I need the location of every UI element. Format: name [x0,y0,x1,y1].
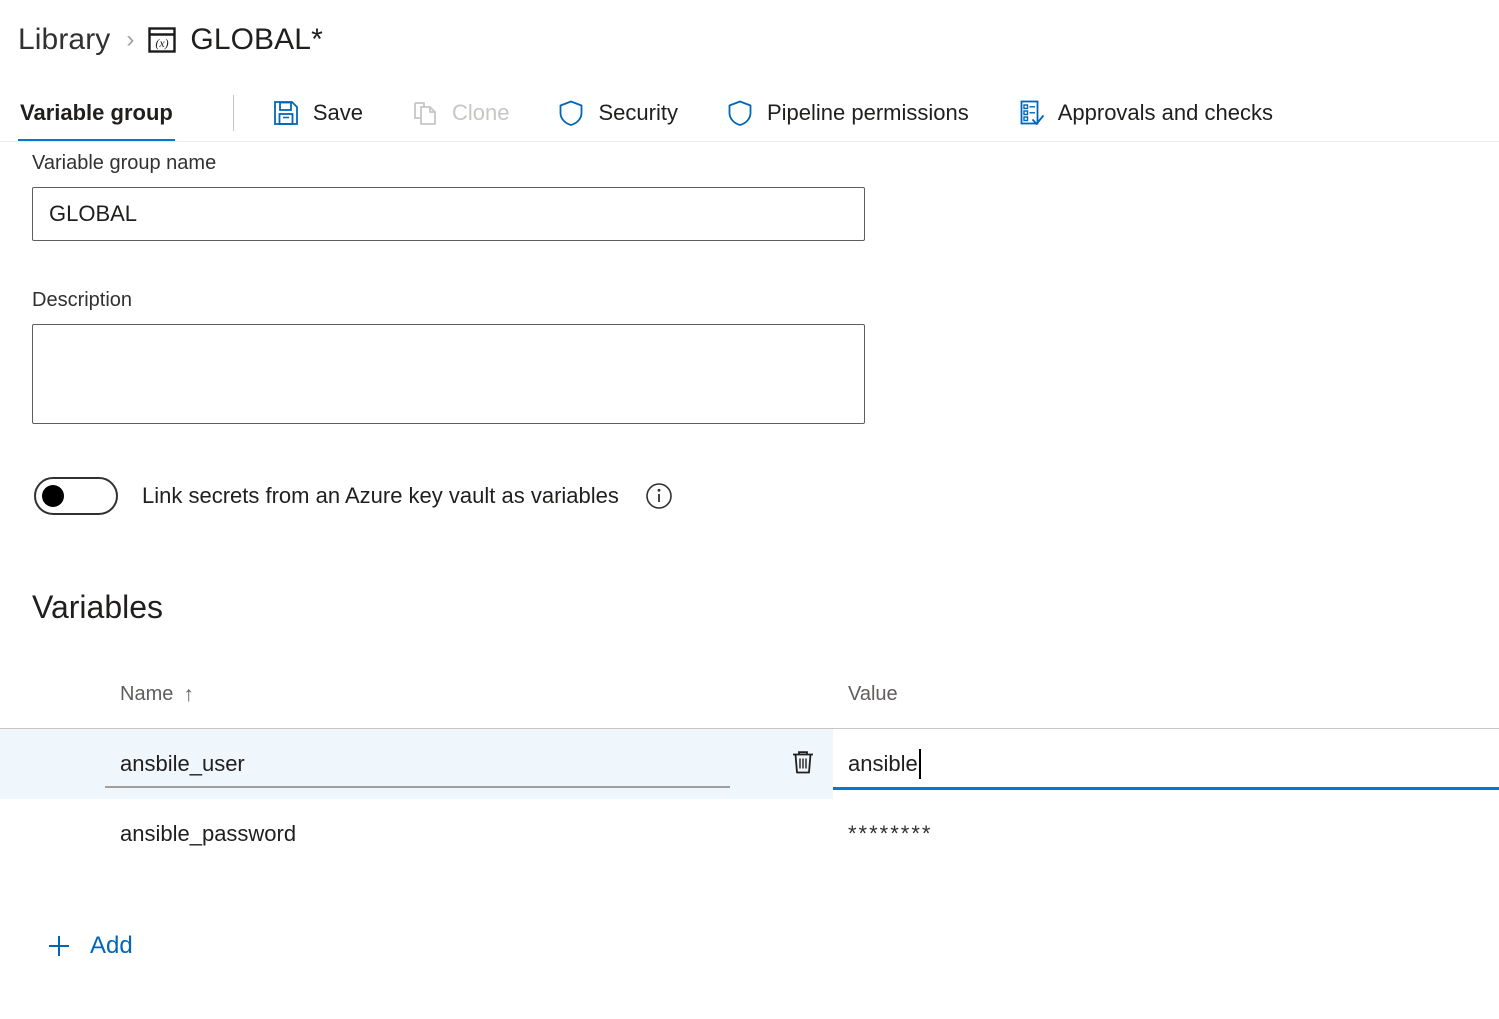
variable-name-input[interactable] [120,751,779,777]
security-button-label: Security [598,100,677,126]
delete-variable-button[interactable] [779,748,827,781]
variable-group-name-label: Variable group name [32,152,1499,175]
variable-value-cell[interactable]: ******** [833,799,1499,869]
form-spacer [32,241,1499,289]
keyvault-toggle[interactable] [34,477,118,515]
toggle-knob [42,485,64,507]
toolbar: Variable group Save Clone [0,84,1499,142]
table-row-name-area [0,729,833,799]
keyvault-toggle-row: Link secrets from an Azure key vault as … [0,477,1499,515]
variable-group-form: Variable group name Description [0,142,1499,429]
add-variable-button[interactable]: Add [0,931,150,961]
shield-icon [557,99,585,127]
shield-icon [726,99,754,127]
variables-table: Name ↑ Value [0,674,1499,961]
column-header-value[interactable]: Value [848,683,1499,706]
column-header-name[interactable]: Name ↑ [120,683,848,706]
table-row[interactable]: ansible [0,729,1499,799]
breadcrumb: Library › (x) GLOBAL* [0,0,1499,62]
approvals-and-checks-button[interactable]: Approvals and checks [1007,93,1283,133]
variable-group-name-input[interactable] [32,187,865,241]
clone-button[interactable]: Clone [401,93,519,133]
variable-name-cell[interactable]: ansible_password [36,799,779,869]
column-header-name-label: Name [120,683,173,706]
info-icon[interactable] [645,482,673,510]
description-textarea[interactable] [32,324,865,424]
variable-name-cell[interactable] [36,729,779,799]
tab-variable-group[interactable]: Variable group [18,84,175,142]
trash-icon [790,748,816,781]
table-row-name-area: ansible_password [0,799,833,869]
save-button[interactable]: Save [262,93,373,133]
pipeline-permissions-button-label: Pipeline permissions [767,100,969,126]
pipeline-permissions-button[interactable]: Pipeline permissions [716,93,979,133]
keyvault-toggle-label: Link secrets from an Azure key vault as … [142,483,619,509]
variable-group-icon: (x) [148,27,176,53]
table-row[interactable]: ansible_password ******** [0,799,1499,869]
save-icon [272,99,300,127]
page-title: GLOBAL* [190,23,322,57]
add-variable-label: Add [90,932,133,960]
breadcrumb-separator-icon: › [126,26,134,54]
security-button[interactable]: Security [547,93,687,133]
description-label: Description [32,289,1499,312]
variables-table-header: Name ↑ Value [0,674,1499,714]
breadcrumb-link-library[interactable]: Library [18,23,110,57]
variables-section-title: Variables [0,589,1499,626]
sort-ascending-icon: ↑ [183,684,194,705]
variable-value-masked: ******** [848,821,933,847]
variable-value-cell[interactable]: ansible [833,729,1499,799]
clone-icon [411,99,439,127]
clone-button-label: Clone [452,100,509,126]
checklist-icon [1017,99,1045,127]
approvals-and-checks-button-label: Approvals and checks [1058,100,1273,126]
variable-value-text: ansible [848,751,918,777]
save-button-label: Save [313,100,363,126]
svg-text:(x): (x) [156,36,169,50]
text-cursor [919,749,921,779]
toolbar-divider [233,95,234,131]
plus-icon [44,931,74,961]
